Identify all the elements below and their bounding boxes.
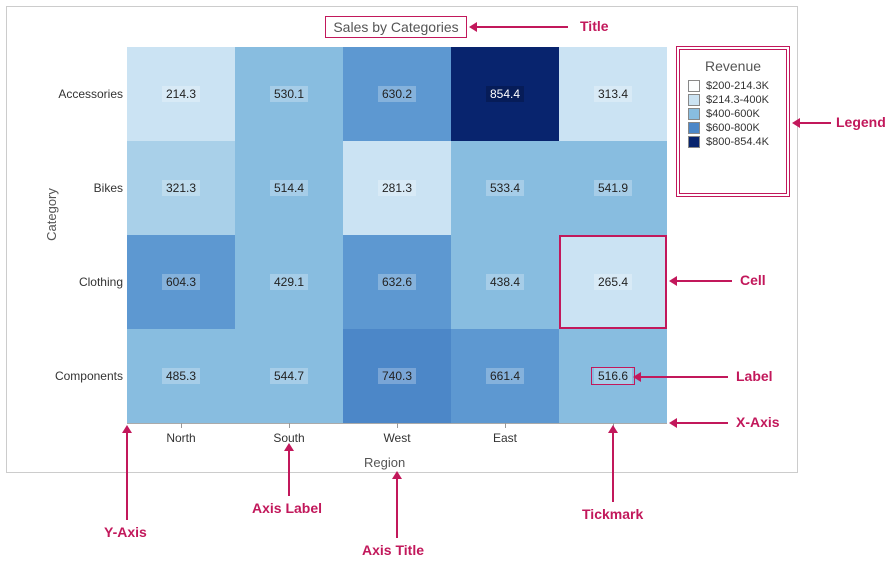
heatmap-cell[interactable]: 632.6 [343, 235, 451, 329]
y-label: Bikes [94, 181, 123, 195]
y-label: Clothing [79, 275, 123, 289]
x-label: West [343, 431, 451, 445]
heatmap-cell[interactable]: 854.4 [451, 47, 559, 141]
cell-value: 854.4 [486, 86, 524, 102]
arrow-icon [288, 446, 290, 496]
heatmap-cell[interactable]: 530.1 [235, 47, 343, 141]
heatmap-cell[interactable]: 429.1 [235, 235, 343, 329]
annotation-xaxis: X-Axis [736, 414, 780, 430]
arrow-icon [126, 428, 128, 520]
arrow-icon [612, 428, 614, 502]
cell-value: 530.1 [270, 86, 308, 102]
annotation-cell: Cell [740, 272, 766, 288]
legend-swatch [688, 136, 700, 148]
legend-label: $200-214.3K [706, 80, 769, 92]
cell-value: 514.4 [270, 180, 308, 196]
legend: Revenue $200-214.3K $214.3-400K $400-600… [679, 49, 787, 194]
legend-item: $600-800K [688, 122, 778, 134]
heatmap-cell[interactable]: 214.3 [127, 47, 235, 141]
heatmap-cell[interactable]: 604.3 [127, 235, 235, 329]
cell-value: 214.3 [162, 86, 200, 102]
heatmap-cell[interactable]: 485.3 [127, 329, 235, 423]
legend-label: $800-854.4K [706, 136, 769, 148]
heatmap-cell[interactable]: 541.9 [559, 141, 667, 235]
cell-value: 438.4 [486, 274, 524, 290]
annotation-tickmark: Tickmark [582, 506, 643, 522]
heatmap-grid: 214.3 530.1 630.2 854.4 313.4 321.3 514.… [127, 47, 667, 423]
heatmap-cell[interactable]: 533.4 [451, 141, 559, 235]
heatmap-cell[interactable]: 313.4 [559, 47, 667, 141]
arrow-icon [672, 280, 732, 282]
legend-item: $214.3-400K [688, 94, 778, 106]
heatmap-cell[interactable]: 281.3 [343, 141, 451, 235]
annotation-axis-title: Axis Title [362, 542, 424, 558]
annotation-axis-label: Axis Label [252, 500, 322, 516]
legend-label: $214.3-400K [706, 94, 769, 106]
cell-value: 281.3 [378, 180, 416, 196]
legend-label: $400-600K [706, 108, 760, 120]
arrow-icon [636, 376, 728, 378]
cell-value: 313.4 [594, 86, 632, 102]
cell-value: 604.3 [162, 274, 200, 290]
annotation-title: Title [580, 18, 609, 34]
x-tick [397, 423, 398, 428]
legend-swatch [688, 94, 700, 106]
legend-swatch [688, 108, 700, 120]
legend-item: $400-600K [688, 108, 778, 120]
legend-swatch [688, 122, 700, 134]
heatmap-cell[interactable]: 321.3 [127, 141, 235, 235]
heatmap-cell[interactable]: 544.7 [235, 329, 343, 423]
chart-title: Sales by Categories [325, 16, 467, 38]
arrow-icon [795, 122, 831, 124]
cell-value: 265.4 [594, 274, 632, 290]
annotation-label: Label [736, 368, 773, 384]
x-tick [505, 423, 506, 428]
cell-value: 661.4 [486, 368, 524, 384]
cell-value: 533.4 [486, 180, 524, 196]
x-tick [289, 423, 290, 428]
heatmap-cell[interactable]: 514.4 [235, 141, 343, 235]
cell-value: 544.7 [270, 368, 308, 384]
annotation-legend: Legend [836, 114, 886, 130]
legend-item: $200-214.3K [688, 80, 778, 92]
heatmap-cell[interactable]: 630.2 [343, 47, 451, 141]
y-axis-labels: Accessories Bikes Clothing Components [49, 47, 127, 423]
cell-value: 630.2 [378, 86, 416, 102]
cell-value: 541.9 [594, 180, 632, 196]
x-label: North [127, 431, 235, 445]
x-tickmarks [127, 423, 667, 429]
y-label: Components [55, 369, 123, 383]
arrow-icon [472, 26, 568, 28]
y-label: Accessories [58, 87, 123, 101]
arrow-icon [396, 474, 398, 538]
heatmap-cell[interactable]: 438.4 [451, 235, 559, 329]
arrow-icon [672, 422, 728, 424]
x-axis-labels: North South West East [127, 431, 667, 451]
heatmap-cell[interactable]: 740.3 [343, 329, 451, 423]
legend-label: $600-800K [706, 122, 760, 134]
legend-swatch [688, 80, 700, 92]
legend-title: Revenue [688, 58, 778, 74]
heatmap-cell-highlighted[interactable]: 265.4 [559, 235, 667, 329]
heatmap-cell[interactable]: 661.4 [451, 329, 559, 423]
cell-value: 632.6 [378, 274, 416, 290]
chart-frame: Sales by Categories Category Region Acce… [6, 6, 798, 473]
cell-value: 429.1 [270, 274, 308, 290]
x-label: East [451, 431, 559, 445]
cell-value: 485.3 [162, 368, 200, 384]
annotation-yaxis: Y-Axis [104, 524, 147, 540]
cell-value: 321.3 [162, 180, 200, 196]
cell-value: 740.3 [378, 368, 416, 384]
x-tick [181, 423, 182, 428]
legend-item: $800-854.4K [688, 136, 778, 148]
